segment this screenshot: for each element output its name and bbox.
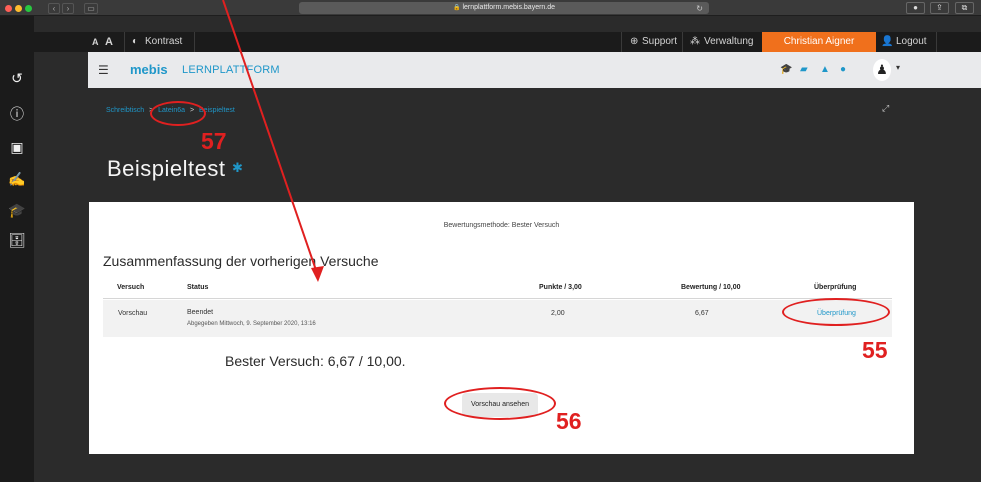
signature-icon[interactable]: ✍	[8, 171, 26, 187]
best-attempt: Bester Versuch: 6,67 / 10,00.	[225, 353, 406, 369]
share-icon[interactable]: ⇪	[930, 2, 949, 14]
browser-toolbar: ‹ › ▭ 🔒 lernplattform.mebis.bayern.de ↻ ●…	[0, 0, 981, 16]
chat-icon[interactable]: ●	[840, 64, 846, 75]
platform-name: LERNPLATTFORM	[182, 64, 280, 76]
column-header: Überprüfung	[814, 284, 857, 291]
annotation-ring-preview	[444, 387, 556, 420]
breadcrumb-desk[interactable]: Schreibtisch	[106, 107, 144, 114]
logout-link[interactable]: Logout	[896, 32, 927, 52]
contrast-icon: ◐	[132, 36, 139, 47]
graduation-cap-icon[interactable]: 🎓	[8, 202, 26, 218]
grading-method: Bewertungsmethode: Bester Versuch	[443, 222, 560, 229]
divider	[124, 32, 125, 52]
minimize-window-dot[interactable]	[15, 5, 22, 12]
zoom-window-dot[interactable]	[25, 5, 32, 12]
utility-bar: A A ◐ Kontrast ⊕ Support ⁂ Verwaltung Ch…	[34, 32, 981, 52]
table-header: Versuch Status Punkte / 3,00 Bewertung /…	[103, 275, 892, 299]
expand-icon[interactable]: ⤢	[882, 103, 889, 114]
left-rail: ↺ ⓘ ▣ ✍ 🎓 🗄	[0, 16, 34, 482]
table-row: Vorschau Beendet Abgegeben Mittwoch, 9. …	[103, 300, 892, 337]
info-icon[interactable]: ●	[906, 2, 925, 14]
sitemap-icon: ⁂	[690, 36, 700, 47]
annotation-ring-course	[150, 101, 206, 126]
admin-link[interactable]: Verwaltung	[704, 32, 753, 52]
bell-icon[interactable]: ▲	[820, 64, 830, 75]
column-header: Versuch	[117, 284, 145, 291]
annotation-label-57: 57	[201, 128, 227, 154]
lock-icon: 🔒	[452, 5, 461, 11]
user-icon: 👤	[881, 36, 894, 47]
font-increase-button[interactable]: A	[105, 32, 113, 52]
column-header: Punkte / 3,00	[539, 284, 582, 291]
annotation-ring-review	[782, 298, 890, 326]
divider	[621, 32, 622, 52]
support-icon: ⊕	[630, 36, 639, 47]
avatar[interactable]: ♟	[873, 59, 891, 81]
folder-icon[interactable]: ▰	[800, 64, 808, 75]
back-icon[interactable]: ‹	[48, 3, 60, 14]
gear-icon[interactable]: ✱	[232, 160, 243, 176]
chevron-down-icon[interactable]: ▾	[896, 63, 900, 72]
info-circle-icon[interactable]: ⓘ	[8, 106, 26, 122]
courses-icon[interactable]: 🎓	[780, 64, 792, 75]
address-bar[interactable]: 🔒 lernplattform.mebis.bayern.de ↻	[299, 2, 709, 14]
divider	[194, 32, 195, 52]
contrast-button[interactable]: Kontrast	[145, 32, 182, 52]
close-window-dot[interactable]	[5, 5, 12, 12]
user-menu-button[interactable]: Christian Aigner	[762, 32, 876, 52]
mebis-logo-icon[interactable]: ↺	[8, 70, 26, 86]
address-url: lernplattform.mebis.bayern.de	[462, 4, 556, 11]
attempt-cell: Vorschau	[118, 310, 148, 317]
support-link[interactable]: Support	[642, 32, 677, 52]
tabs-icon[interactable]: ⧉	[955, 2, 974, 14]
divider	[936, 32, 937, 52]
forward-icon[interactable]: ›	[62, 3, 74, 14]
annotation-label-56: 56	[556, 408, 582, 434]
media-icon[interactable]: ▣	[8, 139, 26, 155]
column-header: Bewertung / 10,00	[681, 284, 741, 291]
mebis-logo[interactable]: mebis	[130, 62, 168, 77]
grade-cell: 6,67	[695, 310, 709, 317]
hamburger-menu-icon[interactable]: ☰	[98, 63, 109, 77]
sidebar-toggle-icon[interactable]: ▭	[84, 3, 98, 14]
summary-heading: Zusammenfassung der vorherigen Versuche	[103, 253, 379, 269]
site-header: ☰ mebis LERNPLATTFORM 🎓 ▰ ▲ ● ♟ ▾	[88, 52, 981, 88]
font-decrease-button[interactable]: A	[92, 32, 99, 52]
points-cell: 2,00	[551, 310, 565, 317]
status-cell: Beendet	[187, 309, 214, 316]
page-title: Beispieltest	[107, 156, 226, 181]
archive-icon[interactable]: 🗄	[8, 232, 26, 248]
annotation-label-55: 55	[862, 337, 888, 363]
submitted-cell: Abgegeben Mittwoch, 9. September 2020, 1…	[187, 321, 316, 327]
reload-icon[interactable]: ↻	[696, 3, 703, 15]
column-header: Status	[187, 284, 209, 291]
divider	[682, 32, 683, 52]
